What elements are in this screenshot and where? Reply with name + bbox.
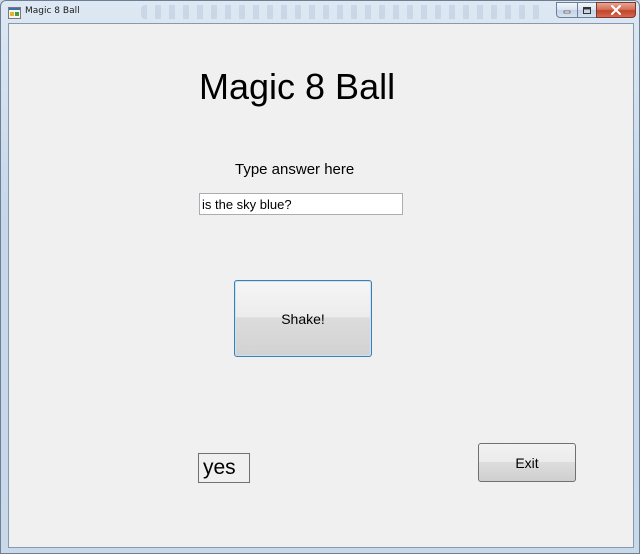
minimize-icon: [563, 10, 571, 14]
minimize-button[interactable]: [556, 2, 578, 18]
window-title: Magic 8 Ball: [25, 6, 80, 16]
prompt-label: Type answer here: [235, 161, 355, 178]
form-client-area: Magic 8 Ball Type answer here Shake! yes…: [8, 23, 634, 548]
maximize-icon: [583, 6, 591, 14]
close-icon: [611, 5, 621, 15]
shake-button[interactable]: Shake!: [234, 280, 372, 357]
maximize-button[interactable]: [577, 2, 597, 18]
app-window: Magic 8 Ball Magic 8 Ball Type answer he…: [0, 0, 640, 554]
exit-button[interactable]: Exit: [478, 443, 576, 482]
title-bar[interactable]: Magic 8 Ball: [1, 1, 639, 23]
answer-label: yes: [198, 453, 250, 483]
question-input[interactable]: [199, 193, 403, 215]
app-icon: [8, 6, 21, 19]
close-button[interactable]: [596, 2, 636, 18]
page-title: Magic 8 Ball: [199, 66, 396, 107]
